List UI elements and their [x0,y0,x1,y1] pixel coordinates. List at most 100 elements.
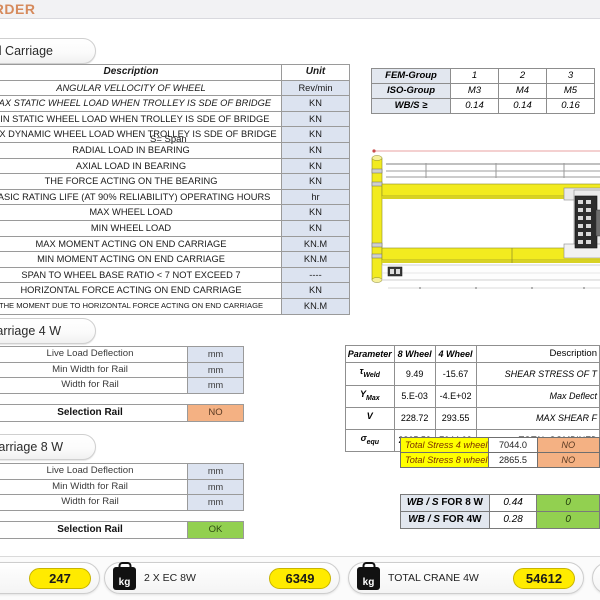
row-unit: mm [187,494,244,511]
table-row: MAX MOMENT ACTING ON END CARRIAGE KN.M [0,235,350,253]
table-row: Selection Rail OK [0,521,244,539]
crane-girder-diagram [371,149,600,289]
stress-value: 7044.0 [488,437,538,453]
table-row: AXIAL LOAD IN BEARING KN [0,157,350,175]
wbs-suffix: FOR 8 W [441,497,483,508]
stress-label: Total Stress 4 wheel [399,437,490,453]
wbs-prefix: WB / S [408,514,440,525]
bottom-item-label: 2 X EC 8W [144,572,196,584]
row-description: BASIC RATING LIFE (AT 90% RELIABILITY) O… [0,188,282,206]
table-row: HORIZONTAL FORCE ACTING ON END CARRIAGE … [0,282,350,299]
table-row: Selection Rail NO [0,404,244,422]
wbs-status: 0 [536,494,600,512]
row-unit: KN.M [281,251,350,268]
row-description: SPAN TO WHEEL BASE RATIO < 7 NOT EXCEED … [0,266,282,284]
status-badge: OK [187,521,244,539]
row-label: Min Width for Rail [0,361,188,378]
bottom-item-label: TOTAL CRANE 4W [388,572,479,584]
row-unit: KN [281,110,350,128]
row-description: AXIAL LOAD IN BEARING [0,157,282,175]
fem-cell: 3 [546,68,595,84]
row-label: Live Load Deflection [0,463,188,480]
row-description: MAX STATIC WHEEL LOAD WHEN TROLLEY IS SD… [0,95,282,112]
row-description: MAX MOMENT ACTING ON END CARRIAGE [0,235,282,253]
row-unit: mm [187,377,244,394]
tab-end-carriage-4w[interactable]: End Carriage 4 W [0,318,96,344]
value-4-wheel: 293.55 [434,406,477,431]
status-badge: NO [536,452,600,468]
selection-rail-table-4w: Selection Rail NO [0,404,244,422]
deflection-table-8w: Live Load Deflection mm Min Width for Ra… [0,463,244,511]
status-badge: NO [187,404,244,422]
fem-cell: 1 [450,68,499,84]
wbs-suffix: FOR 4W [442,514,482,525]
column-header-4-wheel: 4 Wheel [434,344,477,364]
bottom-item-2x-ec-8w[interactable]: kg 2 X EC 8W 6349 [104,562,340,594]
row-description: MAX SHEAR F [475,406,600,431]
value-8-wheel: 9.49 [393,362,436,386]
table-row: Min Width for Rail mm [0,478,244,495]
table-row: BASIC RATING LIFE (AT 90% RELIABILITY) O… [0,188,350,206]
tab-end-carriage-8w-label: End Carriage 8 W [0,440,63,454]
wbs-prefix: WB / S [406,497,439,508]
row-unit: KN [281,204,350,221]
bottom-item-total-crane-4w[interactable]: kg TOTAL CRANE 4W 54612 [348,562,584,594]
tab-end-carriage-4w-label: End Carriage 4 W [0,324,61,338]
bottom-item-weight-247[interactable]: 247 [0,562,100,594]
table-row: MAX STATIC WHEEL LOAD WHEN TROLLEY IS SD… [0,95,350,112]
fem-group-table: FEM-Group 1 2 3 ISO-Group M3 M4 M5 WB/S … [371,68,595,114]
table-row: MAX WHEEL LOAD KN [0,204,350,221]
table-row: τWeld 9.49 -15.67 SHEAR STRESS OF T [345,362,600,386]
tab-end-carriage-label: End Carriage [0,44,53,58]
wbs-value: 0.28 [488,511,538,529]
status-badge: NO [536,437,600,453]
row-unit: mm [187,346,244,363]
table-row: WB / S FOR 8 W 0.44 0 [400,494,600,512]
row-description: MIN STATIC WHEEL LOAD WHEN TROLLEY IS SD… [0,110,282,128]
fem-row-label: ISO-Group [371,83,451,99]
table-row: V 228.72 293.55 MAX SHEAR F [345,406,600,431]
span-label: S= Span [150,134,187,145]
tab-end-carriage[interactable]: End Carriage [0,38,96,64]
weight-value-54612: 54612 [513,567,575,589]
kg-icon: kg [357,566,380,590]
row-unit: KN [281,219,350,237]
parameter-symbol: V [345,406,395,431]
row-description: RADIAL LOAD IN BEARING [0,141,282,159]
fem-cell: M5 [546,83,595,99]
table-row: MIN STATIC WHEEL LOAD WHEN TROLLEY IS SD… [0,110,350,128]
row-description: ANGULAR VELLOCITY OF WHEEL [0,79,282,97]
row-unit: KN [281,141,350,159]
table-row: THE FORCE ACTING ON THE BEARING KN [0,173,350,190]
row-unit: mm [187,463,244,480]
fem-row-label: FEM-Group [371,68,451,84]
table-row: Min Width for Rail mm [0,361,244,378]
row-label: Width for Rail [0,377,188,394]
wheel-load-table: Description Unit ANGULAR VELLOCITY OF WH… [0,64,350,315]
row-unit: KN [281,157,350,175]
table-row: Total Stress 4 wheel 7044.0 NO [399,437,600,453]
tab-end-carriage-8w[interactable]: End Carriage 8 W [0,434,96,460]
row-unit: Rev/min [281,79,350,97]
row-unit: KN.M [281,297,350,315]
stress-value: 2865.5 [488,452,538,468]
table-row: WB / S FOR 4W 0.28 0 [400,511,600,529]
column-header-description: Description [475,344,600,364]
wbs-status: 0 [536,511,600,529]
table-row: FEM-Group 1 2 3 [371,68,595,84]
selection-rail-label: Selection Rail [0,521,188,539]
table-header-row: Description Unit [0,64,350,81]
table-row: Width for Rail mm [0,377,244,394]
row-description: SHEAR STRESS OF T [475,362,600,386]
table-row: SPAN TO WHEEL BASE RATIO < 7 NOT EXCEED … [0,266,350,284]
table-row: ANGULAR VELLOCITY OF WHEEL Rev/min [0,79,350,97]
table-row: WB/S ≥ 0.14 0.14 0.16 [371,98,595,114]
row-description: Max Deflect [475,384,600,408]
row-unit: KN.M [281,235,350,253]
row-unit: KN [281,126,350,143]
table-row: Live Load Deflection mm [0,463,244,480]
parameter-symbol: τWeld [345,362,395,386]
row-description: MIN MOMENT ACTING ON END CARRIAGE [0,251,282,268]
symbol-subscript: equ [366,438,380,446]
page-title: GIRDER [0,1,36,17]
